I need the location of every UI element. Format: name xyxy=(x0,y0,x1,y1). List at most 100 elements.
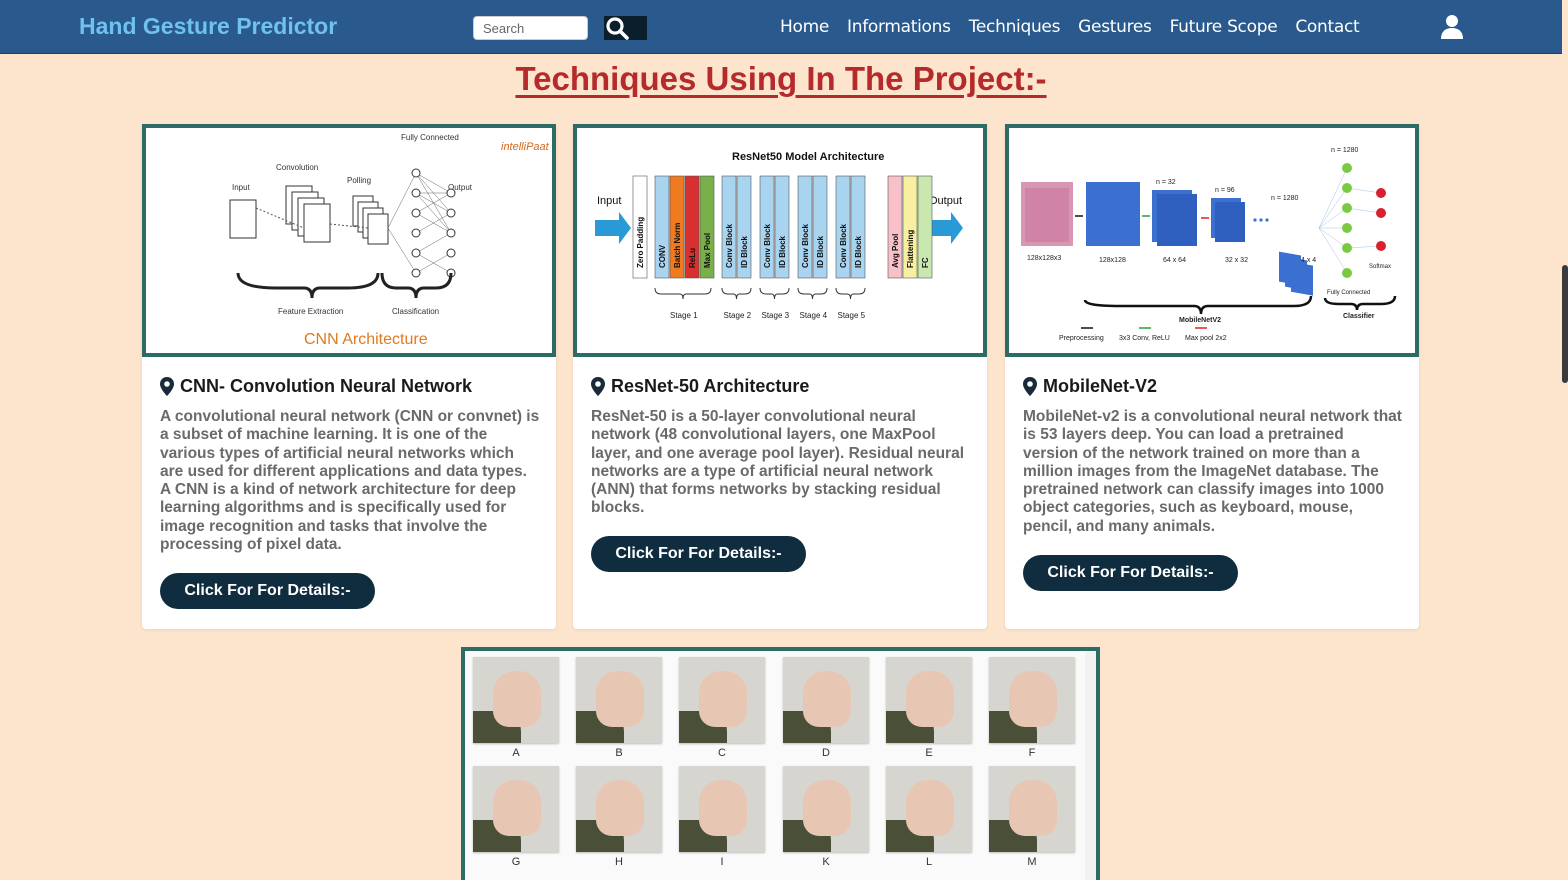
gesture-grid: A B C D E F G H I K L M xyxy=(465,651,1085,880)
card-title-resnet: ResNet-50 Architecture xyxy=(591,376,809,397)
hand-icon xyxy=(596,671,644,727)
gesture-item: C xyxy=(679,657,765,759)
gesture-item: F xyxy=(989,657,1075,759)
card-description-resnet: ResNet-50 is a 50-layer convolutional ne… xyxy=(591,408,965,517)
gesture-item: H xyxy=(576,766,662,868)
mobilenet-size-3: 64 x 64 xyxy=(1163,257,1186,264)
resnet-stage-label: Stage 3 xyxy=(762,311,790,320)
resnet-block-label: Avg Pool xyxy=(891,234,900,268)
details-button-resnet[interactable]: Click For For Details:- xyxy=(591,536,806,572)
gesture-chart-image: A B C D E F G H I K L M xyxy=(461,647,1100,880)
cnn-architecture-image: intelliPaat Fully Connected Convolution … xyxy=(142,124,556,357)
resnet-stage-label: Stage 5 xyxy=(838,311,866,320)
nav-link-informations[interactable]: Informations xyxy=(847,17,951,37)
gesture-item: E xyxy=(886,657,972,759)
gesture-label: G xyxy=(511,856,521,868)
user-icon[interactable] xyxy=(1440,14,1464,40)
resnet-heading: ResNet50 Model Architecture xyxy=(732,151,884,163)
search-button[interactable] xyxy=(604,16,647,40)
hand-icon xyxy=(906,780,954,836)
hand-icon xyxy=(596,780,644,836)
mobilenet-architecture-image: n = 1280 n = 32 n = 96 n = 1280 128x128x… xyxy=(1005,124,1419,357)
brand-title[interactable]: Hand Gesture Predictor xyxy=(79,13,337,40)
nav-link-techniques[interactable]: Techniques xyxy=(969,17,1061,37)
gesture-label: C xyxy=(718,747,726,759)
gesture-label: I xyxy=(720,856,724,868)
gesture-label: B xyxy=(615,747,623,759)
gesture-label: K xyxy=(822,856,830,868)
gesture-label: E xyxy=(925,747,933,759)
gesture-hand-photo xyxy=(886,766,972,852)
cnn-label-polling: Polling xyxy=(347,176,371,185)
gesture-item: G xyxy=(473,766,559,868)
mobilenet-fully-connected: Fully Connected xyxy=(1327,290,1370,296)
gesture-label: F xyxy=(1028,747,1036,759)
mobilenet-legend-3: Max pool 2x2 xyxy=(1185,335,1227,342)
hand-icon xyxy=(493,780,541,836)
hand-icon xyxy=(699,780,747,836)
gesture-item: K xyxy=(783,766,869,868)
resnet-output: Output xyxy=(929,195,962,207)
mobilenet-classifier-label: Classifier xyxy=(1343,313,1375,320)
gesture-item: I xyxy=(679,766,765,868)
hand-icon xyxy=(699,671,747,727)
gesture-hand-photo xyxy=(576,657,662,743)
gesture-hand-photo xyxy=(783,657,869,743)
details-button-cnn[interactable]: Click For For Details:- xyxy=(160,573,375,609)
cnn-label-classification: Classification xyxy=(392,307,439,316)
mobilenet-size-5: 4 x 4 xyxy=(1301,257,1316,264)
resnet-block-label: Conv Block xyxy=(839,223,848,268)
gesture-label: M xyxy=(1027,856,1037,868)
gesture-hand-photo xyxy=(989,657,1075,743)
details-button-mobilenet[interactable]: Click For For Details:- xyxy=(1023,555,1238,591)
card-title-cnn: CNN- Convolution Neural Network xyxy=(160,376,472,397)
gesture-label: H xyxy=(615,856,623,868)
mobilenet-legend-1: Preprocessing xyxy=(1059,335,1104,342)
nav-link-contact[interactable]: Contact xyxy=(1295,17,1359,37)
gesture-hand-photo xyxy=(989,766,1075,852)
mobilenet-group-label: MobileNetV2 xyxy=(1179,317,1221,324)
scrollbar-track[interactable] xyxy=(1562,0,1568,880)
gesture-hand-photo xyxy=(473,657,559,743)
map-pin-icon xyxy=(1023,377,1037,396)
resnet-block-label: Conv Block xyxy=(725,223,734,268)
resnet-block-label: ID Block xyxy=(816,235,825,268)
mobilenet-size-1: 128x128x3 xyxy=(1027,255,1061,262)
card-mobilenet: n = 1280 n = 32 n = 96 n = 1280 128x128x… xyxy=(1005,124,1419,629)
card-description-mobilenet: MobileNet-v2 is a convolutional neural n… xyxy=(1023,408,1402,535)
mobilenet-size-2: 128x128 xyxy=(1099,257,1126,264)
card-title-text: ResNet-50 Architecture xyxy=(611,376,810,396)
gesture-hand-photo xyxy=(783,766,869,852)
nav-link-future-scope[interactable]: Future Scope xyxy=(1170,17,1278,37)
resnet-block-label: CONV xyxy=(658,244,667,268)
resnet-block-label: Conv Block xyxy=(763,223,772,268)
mobilenet-softmax: Softmax xyxy=(1369,264,1391,270)
gesture-label: A xyxy=(512,747,520,759)
resnet-block-label: Zero Padding xyxy=(636,217,645,268)
gesture-item: B xyxy=(576,657,662,759)
nav-link-home[interactable]: Home xyxy=(780,17,829,37)
cnn-label-convolution: Convolution xyxy=(276,163,318,172)
hand-icon xyxy=(803,671,851,727)
cnn-label-feature-extraction: Feature Extraction xyxy=(278,307,343,316)
resnet-stage-label: Stage 2 xyxy=(724,311,752,320)
gesture-hand-photo xyxy=(886,657,972,743)
gesture-item: L xyxy=(886,766,972,868)
hand-icon xyxy=(803,780,851,836)
search-input[interactable] xyxy=(473,16,588,40)
nav-link-gestures[interactable]: Gestures xyxy=(1078,17,1152,37)
search-icon xyxy=(606,17,629,40)
resnet-block-label: ID Block xyxy=(778,235,787,268)
cnn-label-fully-connected: Fully Connected xyxy=(401,133,459,142)
hand-icon xyxy=(1009,671,1057,727)
gesture-hand-photo xyxy=(679,766,765,852)
resnet-block-label: ID Block xyxy=(854,235,863,268)
cnn-label-input: Input xyxy=(232,183,251,192)
mobilenet-size-4: 32 x 32 xyxy=(1225,257,1248,264)
scrollbar-thumb[interactable] xyxy=(1562,265,1568,383)
gesture-item: A xyxy=(473,657,559,759)
mobilenet-n-1: n = 1280 xyxy=(1331,147,1359,154)
page-title: Techniques Using In The Project:- xyxy=(515,60,1047,97)
card-cnn: intelliPaat Fully Connected Convolution … xyxy=(142,124,556,629)
hand-icon xyxy=(1009,780,1057,836)
